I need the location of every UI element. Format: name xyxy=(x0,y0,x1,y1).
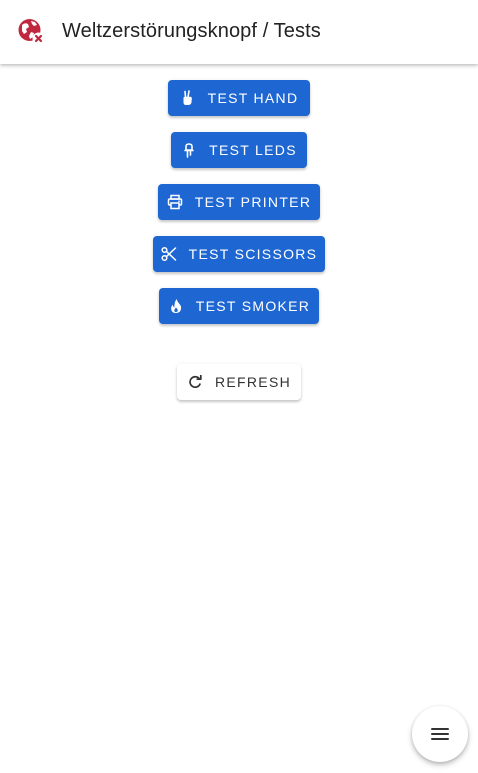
test-smoker-label: TEST SMOKER xyxy=(195,298,311,314)
test-hand-label: TEST HAND xyxy=(207,90,299,106)
test-leds-label: TEST LEDS xyxy=(209,142,297,158)
test-hand-button[interactable]: TEST HAND xyxy=(168,80,310,116)
led-icon xyxy=(184,143,194,158)
fire-icon xyxy=(170,299,181,313)
page-title: Weltzerstörungsknopf / Tests xyxy=(62,20,321,42)
test-scissors-button[interactable]: TEST SCISSORS xyxy=(153,236,325,272)
test-leds-button[interactable]: TEST LEDS xyxy=(171,132,307,168)
test-smoker-button[interactable]: TEST SMOKER xyxy=(159,288,319,324)
refresh-label: REFRESH xyxy=(215,374,291,390)
app-bar: Weltzerstörungsknopf / Tests xyxy=(0,0,478,64)
globe-cancel-icon xyxy=(18,19,45,45)
scissors-icon xyxy=(161,246,176,262)
test-printer-button[interactable]: TEST PRINTER xyxy=(158,184,320,220)
test-scissors-label: TEST SCISSORS xyxy=(188,246,318,262)
menu-fab-button[interactable] xyxy=(412,706,468,762)
printer-icon xyxy=(167,194,183,210)
test-printer-label: TEST PRINTER xyxy=(194,194,312,210)
refresh-button[interactable]: REFRESH xyxy=(177,364,301,400)
refresh-icon xyxy=(189,375,202,388)
hand-peace-icon xyxy=(183,90,192,105)
menu-icon xyxy=(431,728,449,740)
